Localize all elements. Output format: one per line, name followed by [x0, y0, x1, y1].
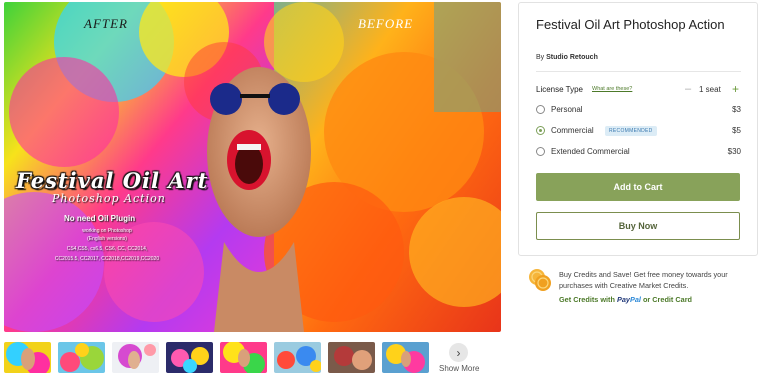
seat-count: 1 seat [699, 85, 721, 94]
credits-link-suffix: or Credit Card [642, 295, 693, 304]
promo-line: CC2015.5, CC2017, CC2018,CC2019,CC2020 [54, 256, 160, 262]
thumbnail-8[interactable] [382, 342, 429, 373]
license-header: License Type What are these? – 1 seat + [536, 82, 741, 97]
thumbnail-1[interactable] [4, 342, 51, 373]
buy-now-button[interactable]: Buy Now [536, 212, 740, 240]
author-prefix: By [536, 54, 545, 61]
radio-extended[interactable] [536, 147, 545, 156]
credits-promo-text: Buy Credits and Save! Get free money tow… [559, 270, 728, 290]
radio-commercial[interactable] [536, 126, 545, 135]
seat-decrement-button[interactable]: – [685, 83, 691, 95]
divider [536, 71, 741, 72]
after-label: AFTER [84, 16, 128, 31]
promo-note: No need Oil Plugin [64, 214, 136, 223]
promo-line: CS4,CS5, cs6.5, CS6, CC, CC2014, [66, 246, 148, 252]
product-author: By Studio Retouch [536, 54, 598, 61]
thumbnail-7[interactable] [328, 342, 375, 373]
option-label: Personal [551, 105, 583, 114]
before-label: BEFORE [358, 16, 414, 31]
thumbnail-5[interactable] [220, 342, 267, 373]
option-price: $3 [732, 105, 741, 114]
coins-icon [529, 269, 551, 291]
product-title: Festival Oil Art Photoshop Action [536, 17, 725, 32]
preview-artwork [4, 2, 501, 332]
product-preview-image[interactable]: AFTER BEFORE Festival Oil Art Photoshop … [4, 2, 501, 332]
promo-line: working on Photoshop [82, 228, 132, 234]
thumbnail-6[interactable] [274, 342, 321, 373]
product-panel: Festival Oil Art Photoshop Action By Stu… [518, 2, 758, 256]
recommended-badge: RECOMMENDED [605, 126, 657, 136]
thumbnail-2[interactable] [58, 342, 105, 373]
radio-personal[interactable] [536, 105, 545, 114]
license-type-label: License Type [536, 85, 583, 94]
chevron-right-icon: › [456, 345, 461, 360]
option-label: Extended Commercial [551, 147, 630, 156]
show-more-button[interactable]: › [449, 343, 468, 362]
promo-title: Festival Oil Art [16, 168, 209, 193]
thumbnail-3[interactable] [112, 342, 159, 373]
author-link[interactable]: Studio Retouch [546, 54, 598, 61]
get-credits-link[interactable]: Get Credits with PayPal or Credit Card [559, 295, 692, 304]
option-price: $5 [732, 126, 741, 135]
credits-link-prefix: Get Credits with [559, 295, 615, 304]
option-price: $30 [727, 147, 741, 156]
promo-line: (English versions) [87, 236, 127, 242]
paypal-logo: PayPal [616, 295, 641, 304]
license-option-commercial[interactable]: Commercial RECOMMENDED $5 [536, 125, 741, 137]
license-option-extended[interactable]: Extended Commercial $30 [536, 146, 741, 158]
license-option-personal[interactable]: Personal $3 [536, 104, 741, 116]
license-help-link[interactable]: What are these? [592, 86, 632, 92]
thumbnail-4[interactable] [166, 342, 213, 373]
option-label: Commercial [551, 126, 594, 135]
show-more-label[interactable]: Show More [439, 364, 479, 373]
seat-increment-button[interactable]: + [732, 82, 739, 96]
add-to-cart-button[interactable]: Add to Cart [536, 173, 740, 201]
promo-subtitle: Photoshop Action [52, 192, 166, 205]
